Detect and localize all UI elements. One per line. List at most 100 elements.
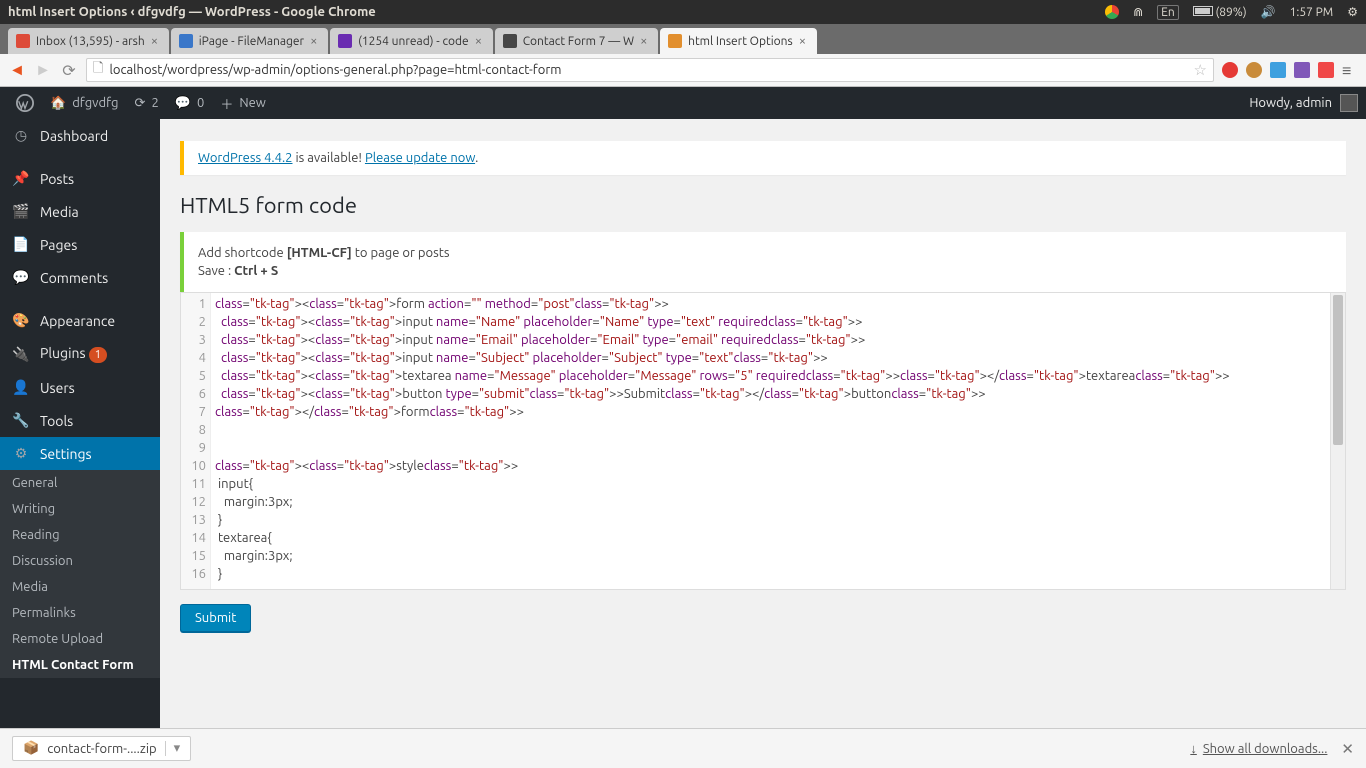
code-editor[interactable]: 12345678910111213141516 class="tk-tag"><… — [180, 292, 1346, 590]
line-number: 7 — [181, 403, 206, 421]
close-icon[interactable]: × — [310, 34, 320, 48]
sidebar-item-label: Comments — [40, 270, 108, 286]
plus-icon: ＋ — [220, 94, 233, 113]
sidebar-item-dashboard[interactable]: ◷Dashboard — [0, 119, 160, 152]
ext-icon[interactable] — [1294, 62, 1310, 78]
browser-tab[interactable]: (1254 unread) - code× — [330, 28, 493, 54]
code-line: class="tk-tag"><class="tk-tag">input nam… — [215, 331, 1326, 349]
site-link[interactable]: 🏠dfgvdfg — [42, 87, 127, 119]
scroll-thumb[interactable] — [1333, 295, 1343, 445]
info-line: Add shortcode [HTML-CF] to page or posts — [198, 246, 1332, 260]
sidebar-item-posts[interactable]: 📌 Posts — [0, 162, 160, 195]
sidebar-item-label: Posts — [40, 171, 74, 187]
system-indicators: ⋒ En (89%) 🔊 1:57 PM ⚙ — [1105, 5, 1358, 20]
page-title: HTML5 form code — [180, 193, 1346, 218]
wp-version-link[interactable]: WordPress 4.4.2 — [198, 151, 292, 165]
submit-button[interactable]: Submit — [180, 604, 251, 632]
sidebar-item-settings[interactable]: ⚙Settings — [0, 437, 160, 470]
code-line: class="tk-tag"><class="tk-tag">textarea … — [215, 367, 1326, 385]
sidebar-item-tools[interactable]: 🔧Tools — [0, 404, 160, 437]
ext-icon[interactable] — [1222, 62, 1238, 78]
submenu-item[interactable]: Permalinks — [0, 600, 160, 626]
download-item[interactable]: 📦 contact-form-....zip ▾ — [12, 736, 191, 761]
ext-icon[interactable] — [1318, 62, 1334, 78]
page-icon: 🗋 — [93, 59, 103, 81]
sidebar-item-plugins[interactable]: 🔌Plugins 1 — [0, 337, 160, 371]
submenu-item[interactable]: Remote Upload — [0, 626, 160, 652]
line-number: 16 — [181, 565, 206, 583]
sidebar-item-comments[interactable]: 💬 Comments — [0, 261, 160, 294]
ext-icon[interactable] — [1246, 62, 1262, 78]
gear-icon[interactable]: ⚙ — [1347, 5, 1358, 19]
back-button[interactable]: ◄ — [8, 61, 26, 80]
update-notice: WordPress 4.4.2 is available! Please upd… — [180, 141, 1346, 175]
battery-indicator[interactable]: (89%) — [1193, 6, 1247, 19]
browser-tab[interactable]: Inbox (13,595) - arsh× — [8, 28, 169, 54]
submenu-item[interactable]: Writing — [0, 496, 160, 522]
chevron-down-icon[interactable]: ▾ — [165, 741, 181, 756]
line-number: 2 — [181, 313, 206, 331]
ext-icon[interactable] — [1270, 62, 1286, 78]
code-line: input{ — [215, 475, 1326, 493]
chrome-icon[interactable] — [1105, 5, 1119, 19]
favicon — [668, 34, 682, 48]
submenu-item[interactable]: General — [0, 470, 160, 496]
line-number: 14 — [181, 529, 206, 547]
show-all-downloads[interactable]: ↓ Show all downloads... — [1190, 741, 1327, 756]
sidebar-item-users[interactable]: 👤Users — [0, 371, 160, 404]
menu-icon: 🎨 — [12, 312, 30, 329]
code-line: textarea{ — [215, 529, 1326, 547]
menu-icon: 📌 — [12, 170, 30, 187]
clock[interactable]: 1:57 PM — [1290, 6, 1334, 19]
submenu-item[interactable]: Reading — [0, 522, 160, 548]
submenu-item[interactable]: Media — [0, 574, 160, 600]
submenu-item[interactable]: HTML Contact Form — [0, 652, 160, 678]
close-icon[interactable]: × — [475, 34, 485, 48]
menu-icon: 💬 — [12, 269, 30, 286]
sidebar-item-label: Settings — [40, 446, 92, 462]
wifi-icon[interactable]: ⋒ — [1133, 5, 1143, 19]
window-title: html Insert Options ‹ dfgvdfg — WordPres… — [8, 5, 1105, 19]
address-bar[interactable]: 🗋 localhost/wordpress/wp-admin/options-g… — [86, 58, 1214, 82]
menu-icon: 🔌 — [12, 346, 30, 363]
browser-toolbar: ◄ ► ⟳ 🗋 localhost/wordpress/wp-admin/opt… — [0, 54, 1366, 87]
updates-link[interactable]: ⟳2 — [127, 87, 167, 119]
browser-tab[interactable]: Contact Form 7 — W× — [495, 28, 658, 54]
browser-tab[interactable]: iPage - FileManager× — [171, 28, 328, 54]
scrollbar[interactable] — [1330, 293, 1345, 589]
code-line: } — [215, 565, 1326, 583]
update-badge: 1 — [89, 347, 107, 363]
sidebar-item-pages[interactable]: 📄Pages — [0, 228, 160, 261]
home-icon: 🏠 — [50, 96, 66, 111]
lang-indicator[interactable]: En — [1157, 5, 1179, 20]
sound-icon[interactable]: 🔊 — [1261, 5, 1276, 19]
close-icon[interactable]: × — [640, 34, 650, 48]
line-number: 8 — [181, 421, 206, 439]
comments-link[interactable]: 💬0 — [167, 87, 213, 119]
shortcode-info: Add shortcode [HTML-CF] to page or posts… — [180, 232, 1346, 292]
content-area: WordPress 4.4.2 is available! Please upd… — [160, 119, 1366, 728]
close-icon[interactable]: × — [151, 34, 161, 48]
code-area[interactable]: class="tk-tag"><class="tk-tag">form acti… — [211, 293, 1330, 589]
line-number: 11 — [181, 475, 206, 493]
code-line — [215, 439, 1326, 457]
reload-button[interactable]: ⟳ — [60, 61, 78, 80]
line-number: 4 — [181, 349, 206, 367]
new-link[interactable]: ＋New — [212, 87, 274, 119]
browser-tabstrip: Inbox (13,595) - arsh×iPage - FileManage… — [0, 24, 1366, 54]
close-icon[interactable]: × — [799, 34, 809, 48]
comment-icon: 💬 — [175, 96, 191, 111]
browser-tab[interactable]: html Insert Options× — [660, 28, 817, 54]
line-number: 1 — [181, 295, 206, 313]
wp-logo[interactable] — [8, 87, 42, 119]
submenu-item[interactable]: Discussion — [0, 548, 160, 574]
bookmark-icon[interactable]: ☆ — [1194, 61, 1207, 79]
sidebar-item-appearance[interactable]: 🎨Appearance — [0, 304, 160, 337]
menu-icon: ◷ — [12, 127, 30, 144]
menu-icon[interactable]: ≡ — [1342, 62, 1358, 78]
close-shelf-button[interactable]: ✕ — [1341, 740, 1354, 758]
account-menu[interactable]: Howdy, admin — [1249, 94, 1358, 112]
sidebar-item-media[interactable]: 🎬Media — [0, 195, 160, 228]
wp-body: ◷Dashboard 📌 Posts 🎬Media📄Pages 💬 Comments 🎨Ap… — [0, 119, 1366, 728]
update-now-link[interactable]: Please update now — [365, 151, 475, 165]
